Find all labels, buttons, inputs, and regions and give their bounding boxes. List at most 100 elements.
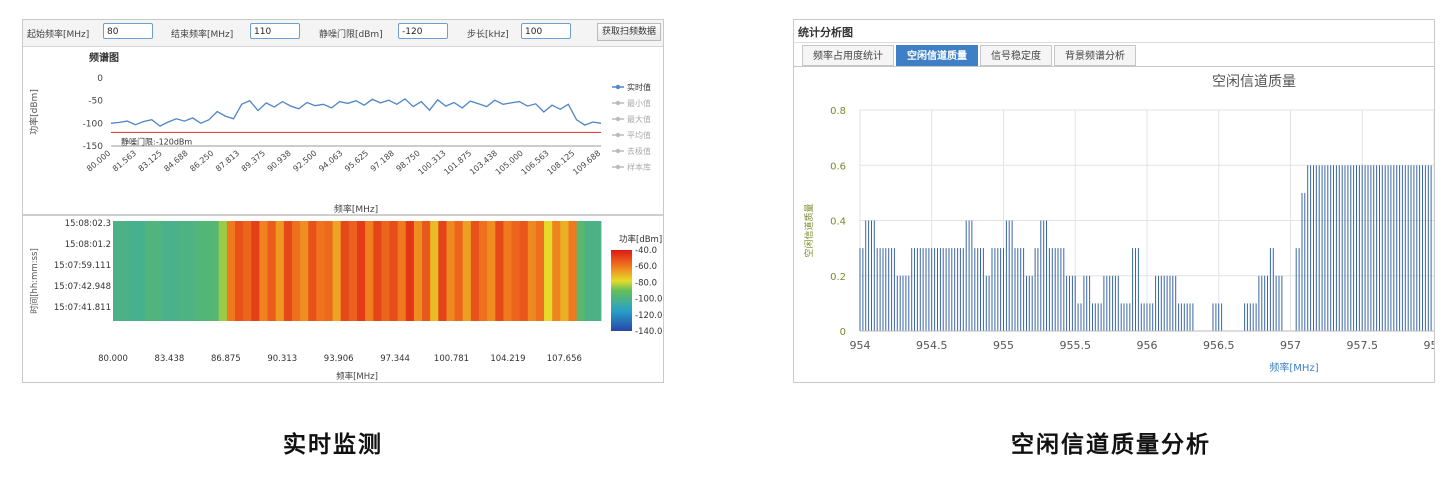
bar bbox=[974, 248, 976, 331]
statistics-header: 统计分析图 bbox=[794, 20, 1434, 43]
bar bbox=[1278, 275, 1280, 332]
bar bbox=[1023, 248, 1025, 331]
waterfall-x-tick-label: 86.875 bbox=[211, 354, 241, 364]
bar bbox=[1361, 165, 1363, 331]
bar bbox=[905, 275, 907, 332]
bar bbox=[871, 220, 872, 331]
bar-x-tick-label: 958 bbox=[1424, 339, 1435, 352]
bar bbox=[1137, 248, 1139, 331]
realtime-monitor-panel: 起始频率[MHz] 80 结束频率[MHz] 110 静噪门限[dBm] -12… bbox=[22, 19, 664, 383]
bar bbox=[1166, 275, 1168, 332]
bar bbox=[1324, 165, 1326, 331]
bar bbox=[1295, 248, 1297, 331]
threshold-input[interactable]: -120 bbox=[398, 23, 448, 39]
bar bbox=[1313, 165, 1314, 331]
stop-freq-input[interactable]: 110 bbox=[250, 23, 300, 39]
waterfall-band bbox=[226, 221, 236, 321]
waterfall-band bbox=[389, 221, 398, 321]
bar-x-tick-label: 954.5 bbox=[916, 339, 948, 352]
bar bbox=[988, 275, 990, 332]
step-input[interactable]: 100 bbox=[521, 23, 571, 39]
bar bbox=[914, 248, 915, 331]
bar-y-tick-label: 0 bbox=[840, 327, 846, 338]
legend-swatch-dot bbox=[615, 164, 621, 170]
waterfall-band bbox=[438, 221, 447, 321]
bar bbox=[1307, 165, 1309, 331]
waterfall-time-tick: 15:07:42.948 bbox=[54, 282, 111, 292]
bar bbox=[1267, 275, 1268, 332]
stop-freq-label: 结束频率[MHz] bbox=[171, 30, 234, 40]
bar-x-tick-label: 956.5 bbox=[1203, 339, 1235, 352]
bar bbox=[997, 248, 999, 331]
waterfall-band bbox=[235, 221, 244, 321]
spectrum-y-tick-label: -50 bbox=[88, 97, 103, 107]
waterfall-band bbox=[535, 221, 545, 321]
bar bbox=[902, 275, 904, 332]
tab-background-spectrum[interactable]: 背景频谱分析 bbox=[1054, 45, 1136, 66]
fetch-scan-data-button[interactable]: 获取扫频数据 bbox=[597, 23, 662, 41]
bar bbox=[994, 248, 996, 331]
spectrum-x-tick-label: 86.250 bbox=[188, 149, 215, 174]
bar-y-tick-label: 0.2 bbox=[830, 272, 846, 283]
waterfall-band bbox=[560, 221, 569, 321]
colorbar-title: 功率[dBm] bbox=[619, 234, 662, 245]
bar bbox=[1281, 275, 1283, 332]
bar bbox=[1069, 275, 1070, 332]
waterfall-band bbox=[283, 221, 293, 321]
legend-label: 去极值 bbox=[627, 146, 651, 156]
bar bbox=[1169, 275, 1171, 332]
start-freq-input[interactable]: 80 bbox=[103, 23, 153, 39]
bar bbox=[959, 248, 961, 331]
bar bbox=[1335, 165, 1337, 331]
bar bbox=[1189, 303, 1191, 331]
bar bbox=[1112, 275, 1114, 332]
bar bbox=[908, 275, 910, 332]
bar bbox=[1321, 165, 1323, 331]
bar bbox=[1416, 165, 1418, 331]
spectrum-y-axis-label: 功率[dBm] bbox=[28, 89, 40, 135]
bar bbox=[919, 248, 921, 331]
bar bbox=[1364, 165, 1366, 331]
bar bbox=[1419, 165, 1421, 331]
bar bbox=[1155, 275, 1157, 332]
bar bbox=[859, 248, 861, 331]
bar bbox=[1077, 303, 1079, 331]
waterfall-band bbox=[210, 221, 220, 321]
legend-label: 实时值 bbox=[627, 82, 651, 92]
waterfall-band bbox=[430, 221, 439, 321]
bar bbox=[1135, 248, 1136, 331]
statistics-title: 统计分析图 bbox=[798, 26, 853, 39]
waterfall-band bbox=[495, 221, 504, 321]
spectrum-y-tick-label: 0 bbox=[97, 74, 103, 84]
waterfall-band bbox=[373, 221, 382, 321]
spectrum-y-tick-label: -150 bbox=[83, 142, 104, 152]
tab-signal-stability[interactable]: 信号稳定度 bbox=[980, 45, 1052, 66]
waterfall-band bbox=[576, 221, 586, 321]
tab-idle-channel-quality[interactable]: 空闲信道质量 bbox=[896, 45, 978, 66]
bar bbox=[1258, 275, 1260, 332]
bar bbox=[945, 248, 947, 331]
legend-label: 最小值 bbox=[627, 98, 651, 108]
bar bbox=[1390, 165, 1392, 331]
bar bbox=[1413, 165, 1415, 331]
waterfall-band bbox=[178, 221, 195, 321]
bar bbox=[1097, 303, 1099, 331]
waterfall-band bbox=[544, 221, 553, 321]
bar bbox=[1215, 303, 1217, 331]
legend-label: 平均值 bbox=[627, 130, 651, 140]
bar bbox=[1011, 220, 1013, 331]
bar bbox=[1086, 275, 1088, 332]
bar bbox=[962, 248, 964, 331]
tab-occupancy[interactable]: 频率占用度统计 bbox=[802, 45, 894, 66]
bar bbox=[1252, 303, 1254, 331]
colorbar-tick-label: -140.0 bbox=[635, 327, 662, 337]
bar bbox=[1008, 220, 1010, 331]
waterfall-band bbox=[113, 221, 130, 321]
bar bbox=[1057, 248, 1059, 331]
bar bbox=[1370, 165, 1372, 331]
spectrum-title: 频谱图 bbox=[89, 51, 119, 64]
colorbar-tick-label: -120.0 bbox=[635, 311, 662, 321]
waterfall-band bbox=[519, 221, 529, 321]
legend-swatch-dot bbox=[615, 148, 621, 154]
bar bbox=[1158, 275, 1159, 332]
